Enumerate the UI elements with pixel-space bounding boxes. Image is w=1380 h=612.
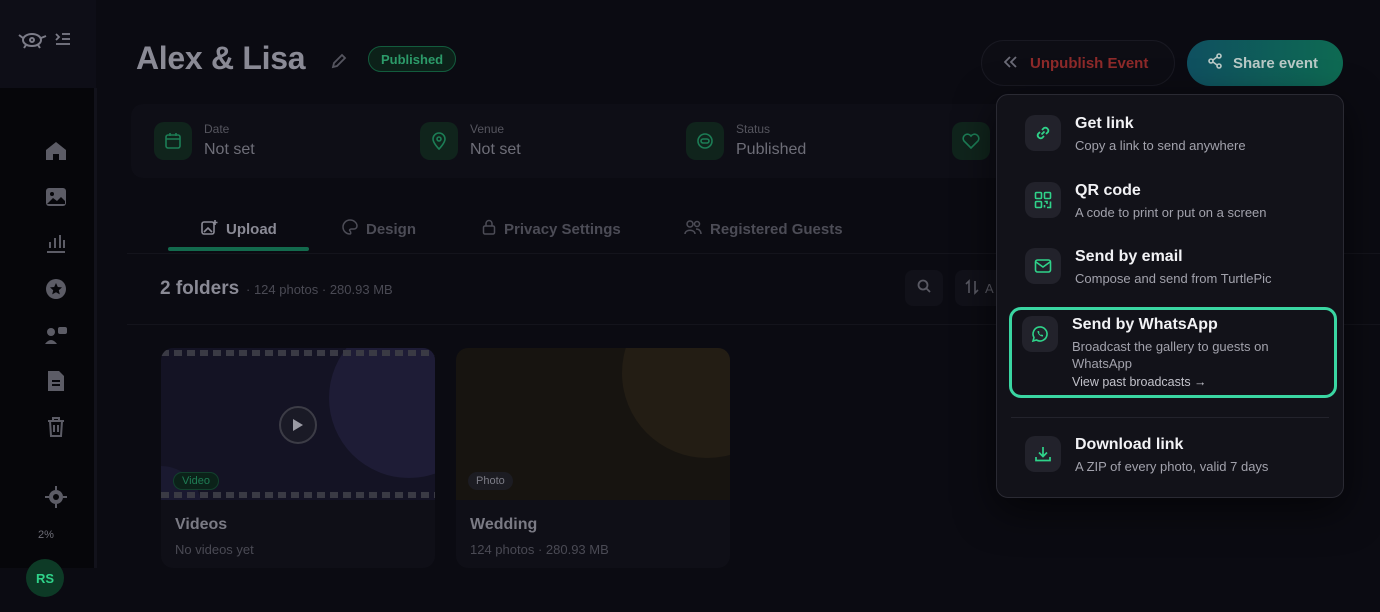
folder-card-wedding[interactable]: Photo Wedding 124 photos · 280.93 MB [456,348,730,568]
info-status-label: Status [736,122,771,136]
tab-privacy-settings[interactable]: Privacy Settings [482,216,621,242]
menu-divider [1011,417,1329,418]
video-chip: Video [173,472,219,490]
tab-registered-guests-label: Registered Guests [710,220,843,238]
tab-upload-label: Upload [226,220,277,238]
menu-item-send-by-whatsapp[interactable]: Send by WhatsApp Broadcast the gallery t… [1009,307,1337,398]
analytics-icon[interactable] [44,231,68,255]
user-avatar[interactable]: RS [26,559,64,597]
heart-icon [952,122,990,160]
gallery-icon[interactable] [44,185,68,209]
sidebar-nav [0,88,96,568]
status-icon [686,122,724,160]
tab-design[interactable]: Design [342,216,416,242]
tab-registered-guests[interactable]: Registered Guests [684,216,843,242]
info-venue-label: Venue [470,122,505,136]
star-icon[interactable] [44,277,68,301]
share-menu: Get link Copy a link to send anywhere QR… [996,94,1344,498]
menu-item-title: Send by email [1075,248,1183,265]
users-icon [684,219,702,239]
menu-item-download-link[interactable]: Download link A ZIP of every photo, vali… [1011,436,1331,475]
menu-item-desc: A code to print or put on a screen [1075,205,1267,220]
team-icon[interactable] [44,323,68,347]
document-icon[interactable] [44,369,68,393]
share-event-button[interactable]: Share event [1187,40,1343,86]
folder-name: Wedding [470,516,538,533]
upload-image-icon [201,219,218,240]
storage-usage-label: 2% [38,529,54,541]
folder-thumbnail: Photo [456,348,730,500]
whatsapp-icon [1022,316,1058,352]
thumb-decoration [622,348,730,458]
sort-arrows-icon [965,278,979,298]
info-status[interactable]: Status Published [686,122,806,160]
tab-privacy-settings-label: Privacy Settings [504,220,621,238]
qr-code-icon [1025,182,1061,218]
link-icon [1025,115,1061,151]
calendar-icon [154,122,192,160]
folder-count: 2 folders [160,278,240,299]
folder-name: Videos [175,516,228,533]
share-icon [1207,53,1223,73]
search-icon [917,279,931,298]
menu-item-title: Get link [1075,115,1134,132]
info-date[interactable]: Date Not set [154,122,255,160]
menu-item-desc: Broadcast the gallery to guests on Whats… [1072,339,1269,371]
info-date-value: Not set [204,141,255,158]
folder-thumbnail: Video [161,348,435,500]
settings-gear-icon[interactable] [44,485,68,509]
tab-upload[interactable]: Upload [201,216,277,242]
photo-chip: Photo [468,472,513,490]
menu-item-desc: Compose and send from TurtlePic [1075,271,1272,286]
info-date-label: Date [204,122,230,136]
event-info-card: Date Not set Venue Not set Status Publis… [131,104,1011,178]
share-event-label: Share event [1233,54,1319,72]
menu-item-get-link[interactable]: Get link Copy a link to send anywhere [1011,115,1331,154]
menu-item-title: QR code [1075,182,1141,199]
tab-design-label: Design [366,220,417,238]
download-icon [1025,436,1061,472]
view-past-broadcasts-link[interactable]: View past broadcasts → [1072,375,1312,389]
menu-item-title: Send by WhatsApp [1072,316,1218,333]
lock-icon [482,219,496,239]
palette-icon [342,219,358,239]
edit-pencil-icon[interactable] [330,52,348,75]
menu-item-send-by-email[interactable]: Send by email Compose and send from Turt… [1011,248,1331,287]
search-button[interactable] [905,270,943,306]
unpublish-event-label: Unpublish Event [1030,54,1149,72]
info-favorite[interactable] [952,122,990,160]
trash-icon[interactable] [44,415,68,439]
info-venue[interactable]: Venue Not set [420,122,521,160]
menu-item-qr-code[interactable]: QR code A code to print or put on a scre… [1011,182,1331,221]
info-venue-value: Not set [470,141,521,158]
turtlepic-logo-icon[interactable] [18,28,48,55]
home-icon[interactable] [44,139,68,163]
info-status-value: Published [736,141,807,158]
menu-item-desc: Copy a link to send anywhere [1075,138,1246,153]
folder-card-videos[interactable]: Video Videos No videos yet [161,348,435,568]
folder-sub: 124 photos · 280.93 MB [470,542,609,557]
location-pin-icon [420,122,458,160]
play-icon[interactable] [279,406,317,444]
folder-meta: · 124 photos · 280.93 MB [246,282,393,297]
menu-item-title: Download link [1075,436,1184,453]
unpublish-event-button[interactable]: Unpublish Event [981,40,1175,86]
sidebar-header [0,0,96,88]
sort-label: A [985,280,994,296]
folder-sub: No videos yet [175,542,254,557]
app-window: 2% RS Alex & Lisa Published Unpublish Ev… [0,0,1380,612]
film-strip-top [161,350,435,356]
mail-icon [1025,248,1061,284]
active-tab-indicator [168,247,309,251]
menu-item-desc: A ZIP of every photo, valid 7 days [1075,459,1269,474]
status-badge: Published [368,46,457,72]
sidebar-collapse-icon[interactable] [55,32,71,51]
thumb-decoration [329,348,435,478]
double-chevron-left-icon [1003,55,1018,72]
page-title: Alex & Lisa [136,40,306,76]
film-strip-bottom [161,492,435,498]
